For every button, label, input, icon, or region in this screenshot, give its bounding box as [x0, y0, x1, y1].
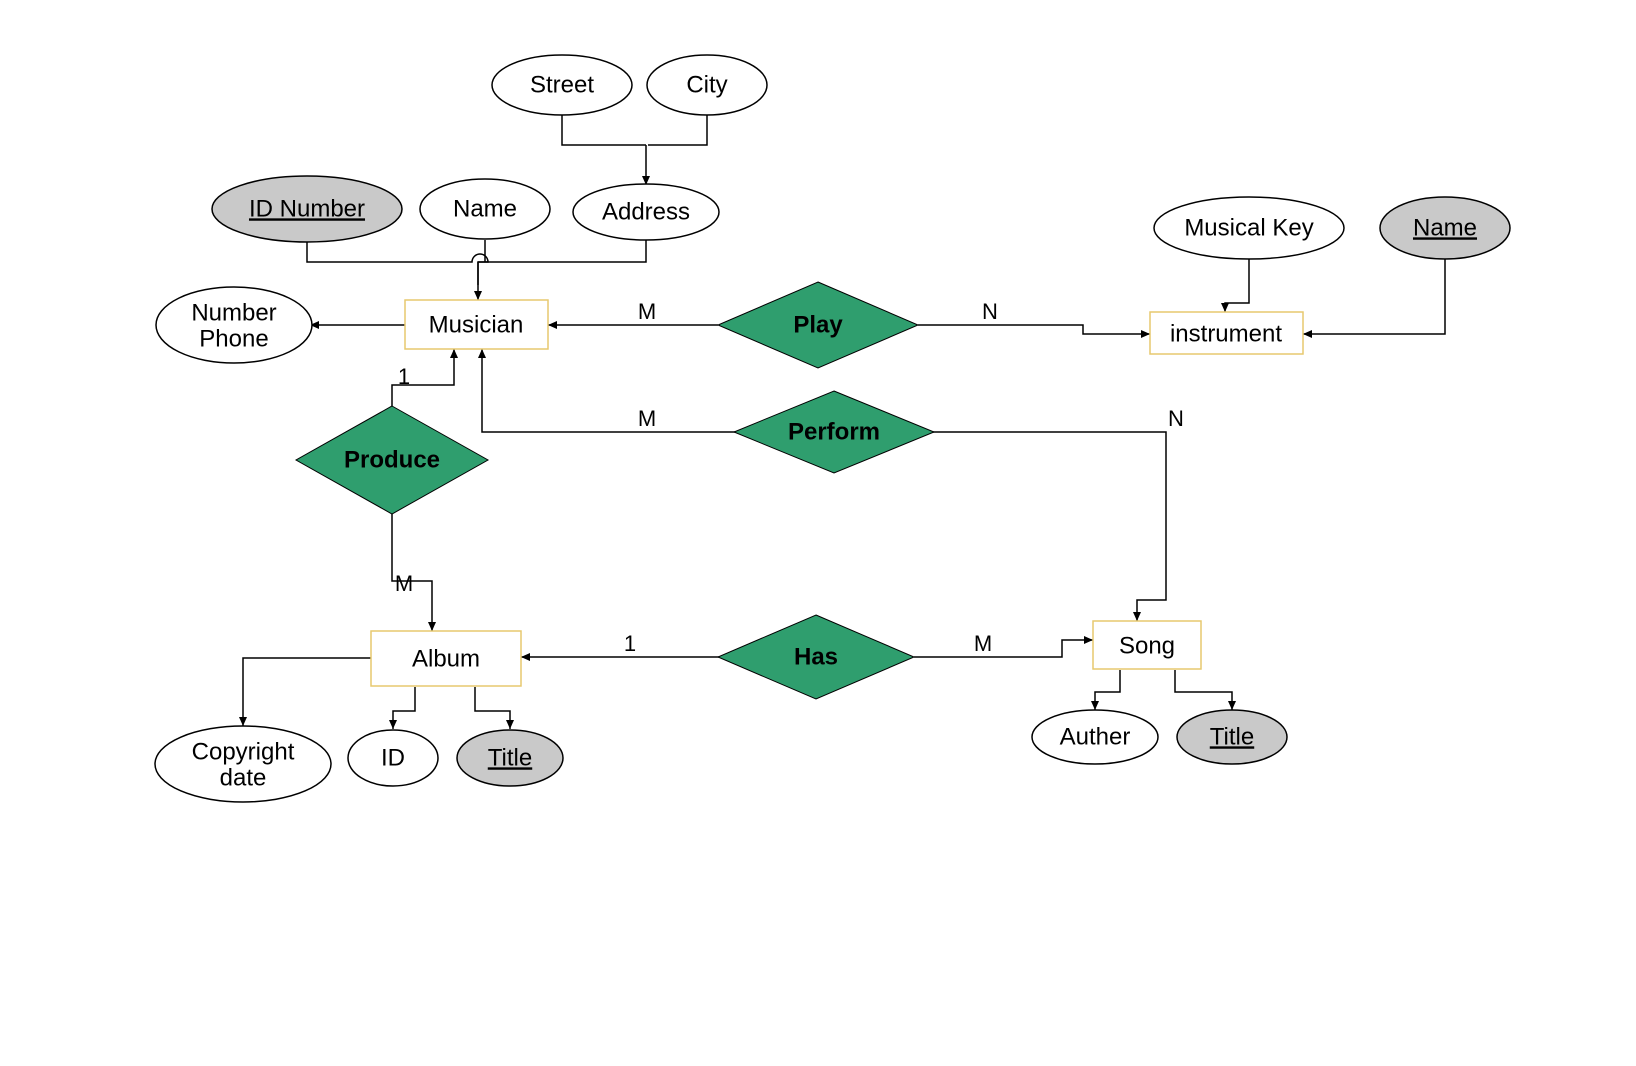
entity-musician: Musician [405, 300, 548, 349]
svg-text:Musician: Musician [429, 311, 524, 338]
attribute-album-id: ID [348, 730, 438, 786]
svg-text:Perform: Perform [788, 418, 880, 445]
svg-text:Number: Number [191, 299, 276, 326]
entity-album: Album [371, 631, 521, 686]
attribute-address: Address [573, 184, 719, 240]
cardinality-has-album: 1 [624, 631, 636, 656]
svg-text:Address: Address [602, 198, 690, 225]
svg-text:Album: Album [412, 645, 480, 672]
cardinality-produce-musician: 1 [398, 364, 410, 389]
svg-text:Phone: Phone [199, 325, 268, 352]
cardinality-perform-song: N [1168, 406, 1184, 431]
svg-text:City: City [686, 71, 727, 98]
svg-text:Musical Key: Musical Key [1184, 214, 1313, 241]
svg-text:Street: Street [530, 71, 594, 98]
entity-instrument: instrument [1150, 312, 1303, 354]
svg-text:Has: Has [794, 643, 838, 670]
attribute-song-title: Title [1177, 710, 1287, 764]
cardinality-play-instrument: N [982, 299, 998, 324]
svg-text:Produce: Produce [344, 446, 440, 473]
attribute-street: Street [492, 55, 632, 115]
svg-text:ID Number: ID Number [249, 195, 365, 222]
cardinality-perform-musician: M [638, 406, 656, 431]
svg-text:Title: Title [1210, 723, 1254, 750]
attribute-copyright-date: Copyright date [155, 726, 331, 802]
cardinality-produce-album: M [395, 571, 413, 596]
svg-text:Song: Song [1119, 632, 1175, 659]
cardinality-has-song: M [974, 631, 992, 656]
entity-song: Song [1093, 621, 1201, 669]
attribute-album-title: Title [457, 730, 563, 786]
cardinality-play-musician: M [638, 299, 656, 324]
svg-text:Auther: Auther [1060, 723, 1131, 750]
svg-text:ID: ID [381, 744, 405, 771]
er-diagram-canvas: M N M N 1 M 1 M Street City Address [0, 0, 1636, 1066]
attribute-musician-name: Name [420, 179, 550, 239]
relationship-play: Play [718, 282, 918, 368]
attribute-id-number: ID Number [212, 176, 402, 242]
attribute-musical-key: Musical Key [1154, 197, 1344, 259]
relationship-has: Has [718, 615, 914, 699]
relationship-perform: Perform [734, 391, 934, 473]
attribute-instrument-name: Name [1380, 197, 1510, 259]
attribute-city: City [647, 55, 767, 115]
svg-text:Copyright: Copyright [192, 738, 295, 765]
relationship-produce: Produce [296, 406, 488, 514]
attribute-song-author: Auther [1032, 710, 1158, 764]
svg-text:Name: Name [453, 195, 517, 222]
svg-text:instrument: instrument [1170, 320, 1282, 347]
svg-text:date: date [220, 764, 267, 791]
svg-text:Title: Title [488, 744, 532, 771]
attribute-number-phone: Number Phone [156, 287, 312, 363]
svg-text:Name: Name [1413, 214, 1477, 241]
svg-text:Play: Play [793, 311, 843, 338]
